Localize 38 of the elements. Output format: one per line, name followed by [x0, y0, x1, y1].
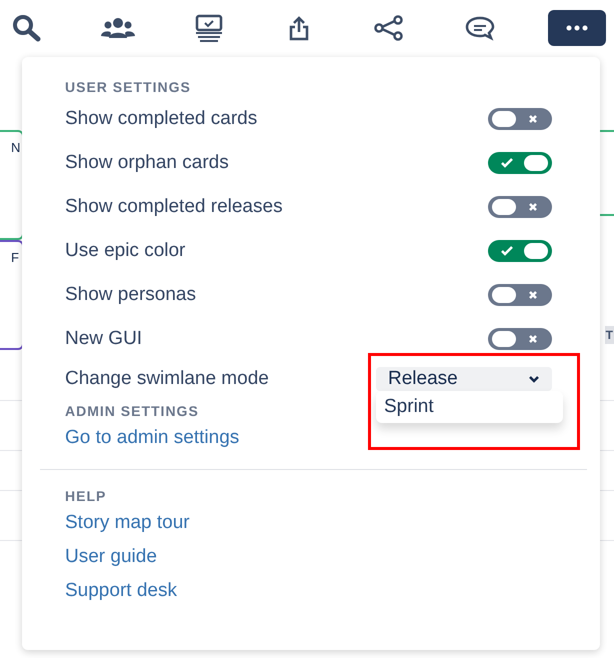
chevron-down-icon [528, 375, 540, 383]
section-header: HELP [65, 487, 106, 506]
close-icon [528, 114, 538, 124]
section-header: ADMIN SETTINGS [65, 402, 199, 421]
menu-link[interactable]: Story map tour [65, 508, 190, 538]
people-icon [100, 17, 136, 39]
card-tag: T [604, 326, 614, 344]
setting-label: Show personas [65, 282, 196, 307]
share-icon [373, 15, 406, 41]
toggle-switch[interactable] [488, 284, 552, 306]
board-icon [194, 14, 224, 42]
close-icon [528, 334, 538, 344]
section-header: USER SETTINGS [65, 78, 191, 97]
menu-link[interactable]: User guide [65, 542, 157, 572]
setting-label: Show orphan cards [65, 150, 229, 175]
toggle-switch[interactable] [488, 328, 552, 350]
setting-label: Change swimlane mode [65, 366, 270, 391]
toggle-switch[interactable] [488, 240, 552, 262]
toggle-switch[interactable] [488, 196, 552, 218]
dropdown-option[interactable]: Sprint [376, 393, 563, 421]
toggle-switch[interactable] [488, 108, 552, 130]
setting-label: Show completed cards [65, 106, 258, 131]
close-icon [528, 202, 538, 212]
check-icon [501, 158, 513, 168]
setting-label: Show completed releases [65, 194, 283, 219]
more-icon [566, 25, 588, 31]
menu-link[interactable]: Go to admin settings [65, 424, 240, 452]
card-title: F [11, 250, 19, 266]
close-icon [528, 290, 538, 300]
setting-label: Use epic color [65, 238, 186, 263]
comment-icon [464, 15, 496, 41]
check-icon [501, 246, 513, 256]
more-button[interactable] [548, 10, 606, 46]
menu-link[interactable]: Support desk [65, 576, 177, 606]
swimlane-dropdown[interactable]: Release [376, 367, 552, 391]
card-title: N [11, 140, 20, 156]
setting-label: New GUI [65, 326, 142, 351]
toggle-switch[interactable] [488, 152, 552, 174]
